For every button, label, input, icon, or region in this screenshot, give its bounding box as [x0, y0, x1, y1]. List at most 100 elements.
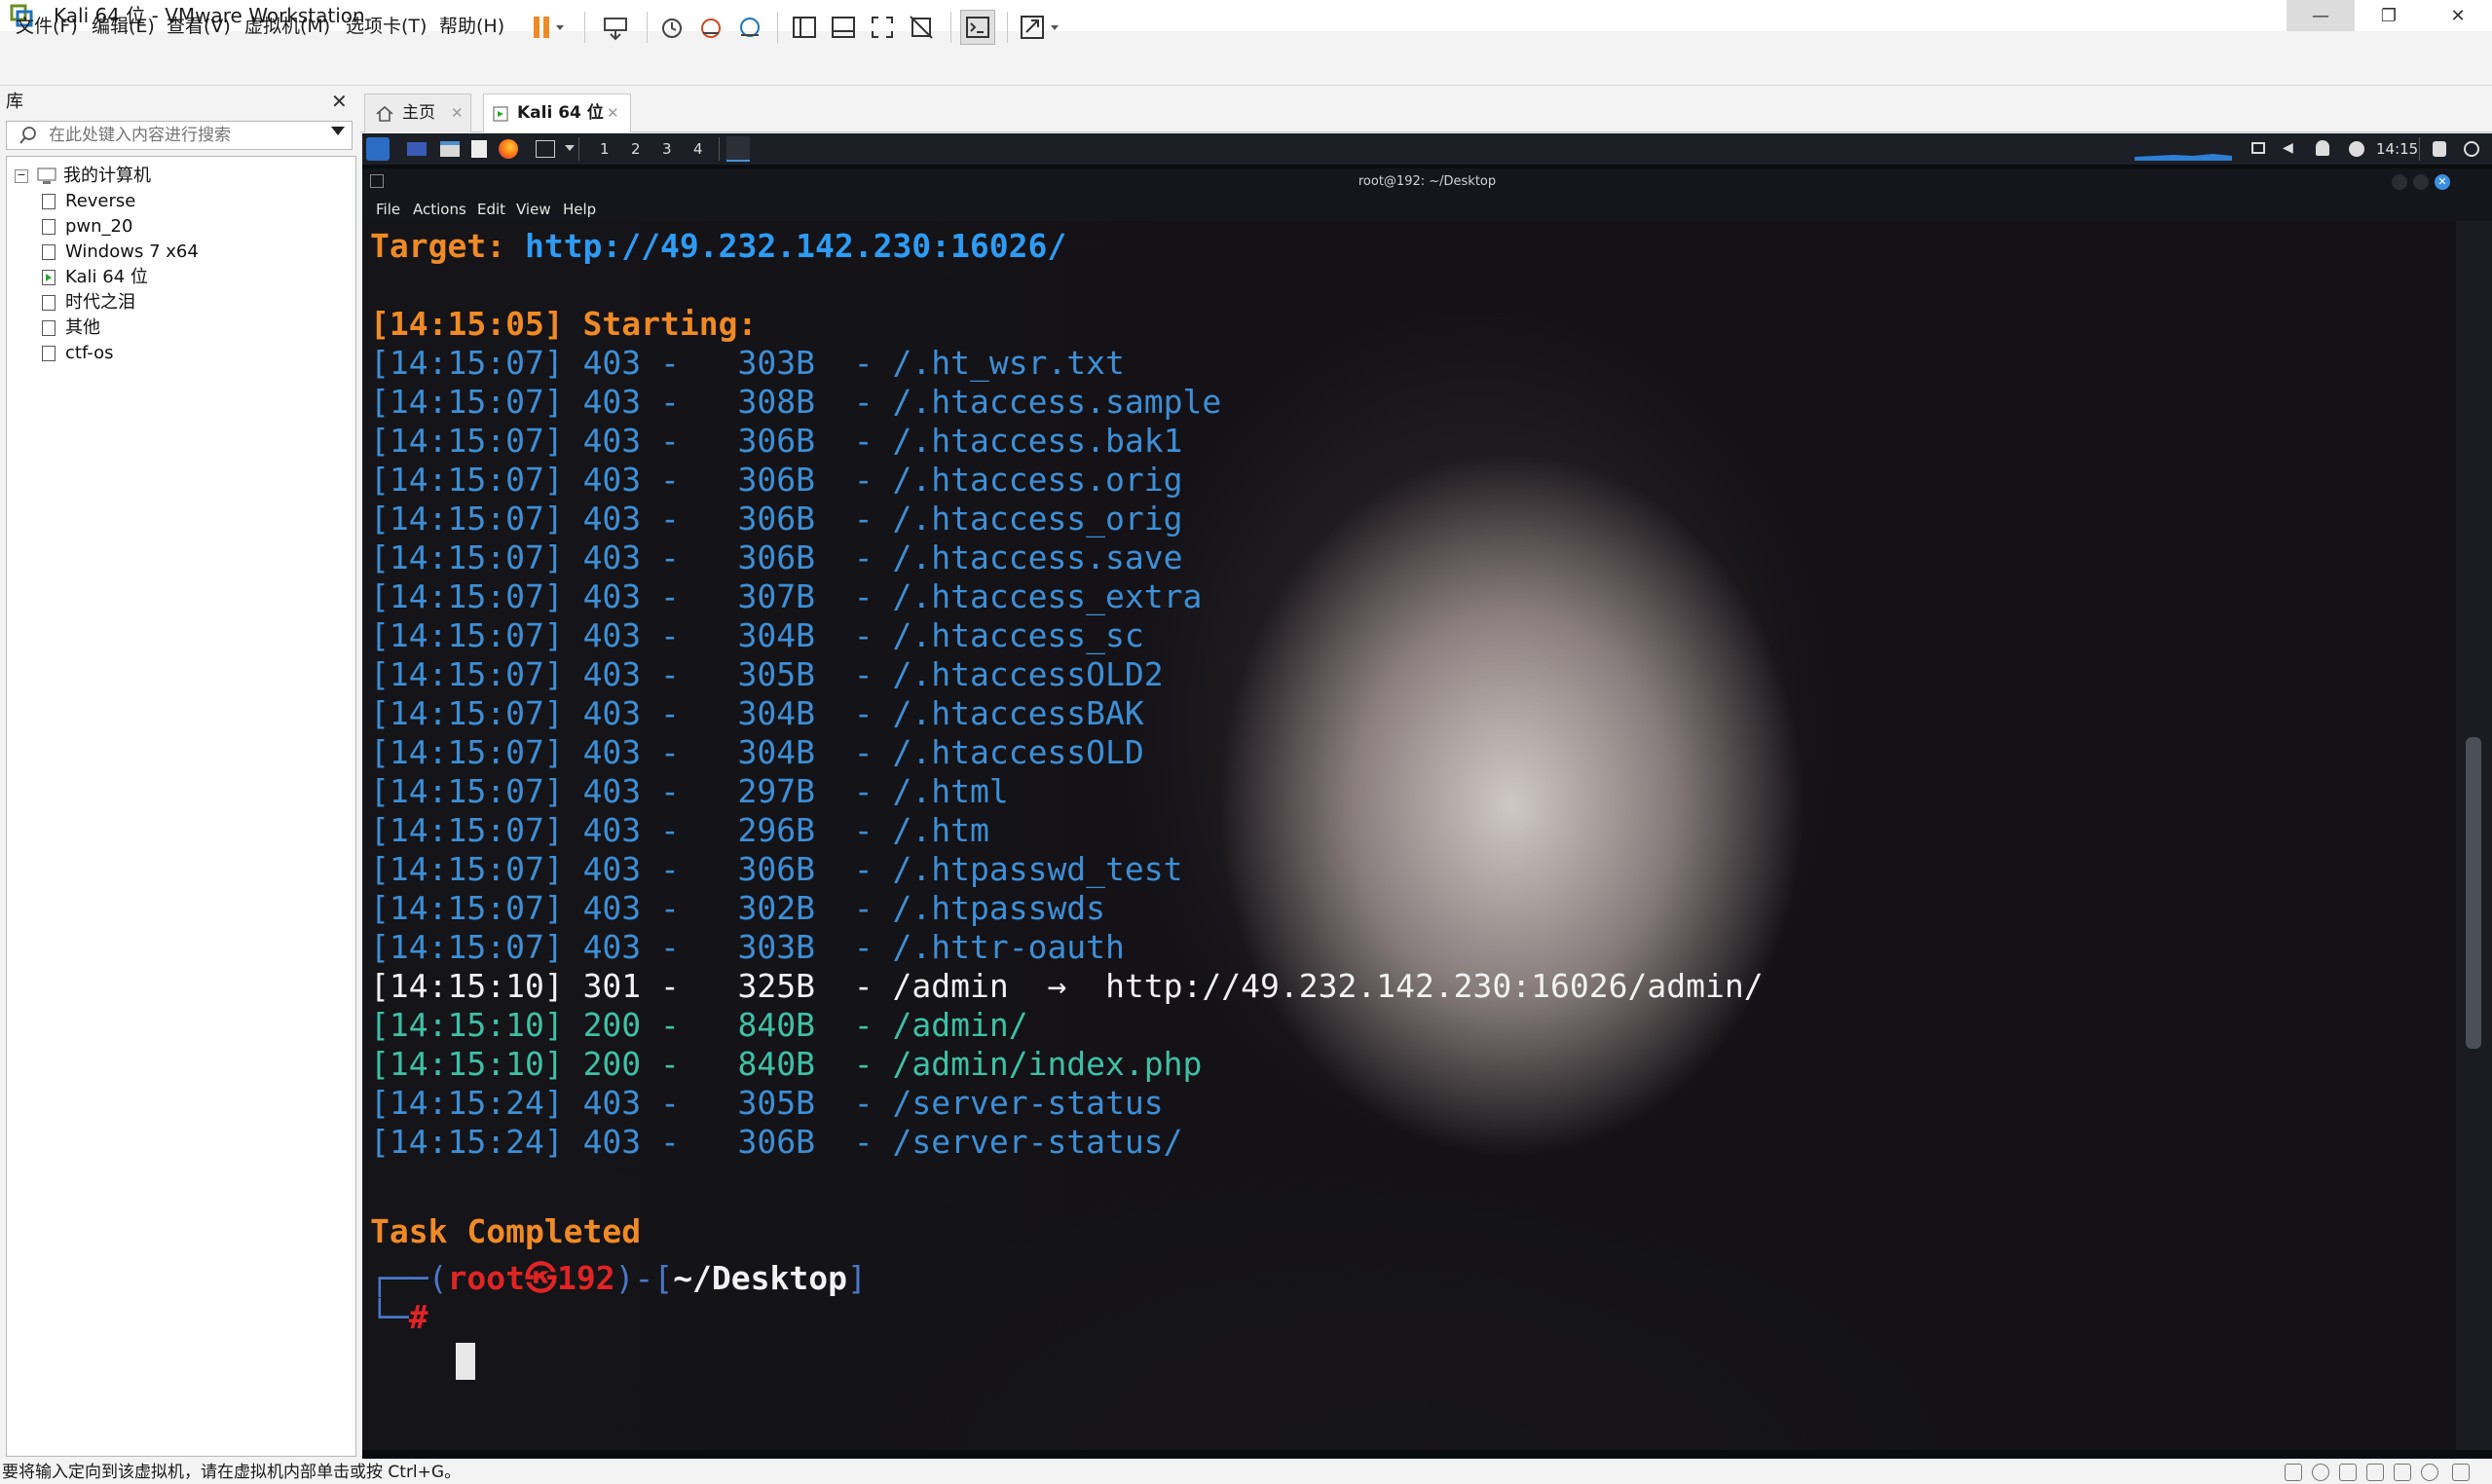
vm-icon	[42, 244, 56, 260]
search-dropdown-arrow-icon[interactable]	[331, 127, 345, 135]
prompt-input-line: └─#	[370, 1298, 428, 1336]
taskbar-terminal-window[interactable]	[726, 136, 750, 162]
volume-icon[interactable]: ◀	[2283, 140, 2296, 156]
terminal-menu-view[interactable]: View	[516, 200, 551, 219]
tree-item-vm[interactable]: Windows 7 x64	[42, 241, 199, 264]
cd-rom-icon[interactable]	[2312, 1464, 2329, 1481]
panel-separator	[578, 137, 579, 161]
result-path: /.htaccess.sample	[892, 383, 1222, 421]
terminal-menu-help[interactable]: Help	[563, 200, 596, 219]
send-ctrl-alt-del-button[interactable]	[596, 10, 635, 45]
terminal-close-icon[interactable]: ✕	[2435, 174, 2450, 190]
tree-item-vm[interactable]: ctf-os	[42, 342, 114, 365]
snapshot-button[interactable]	[654, 10, 689, 45]
terminal-menu-file[interactable]: File	[376, 200, 400, 219]
unity-icon	[910, 16, 933, 39]
display-icon[interactable]	[2251, 142, 2265, 154]
result-size: 305B	[737, 1084, 816, 1122]
result-time: [14:15:10]	[370, 967, 564, 1005]
terminal-menu-edit[interactable]: Edit	[477, 200, 505, 219]
kali-menu-icon[interactable]	[366, 137, 390, 161]
lock-screen-icon[interactable]	[2433, 141, 2446, 157]
menu-help[interactable]: 帮助(H)	[439, 14, 504, 39]
console-view-button[interactable]	[960, 10, 995, 45]
library-search-input[interactable]	[49, 121, 321, 150]
file-manager-icon[interactable]	[440, 141, 460, 157]
workspace-4[interactable]: 4	[693, 139, 703, 159]
tree-root-my-computer[interactable]: − 我的计算机	[15, 165, 151, 188]
workspace-1[interactable]: 1	[600, 139, 610, 159]
message-log-icon[interactable]	[2452, 1464, 2470, 1481]
vm-display[interactable]: 1 2 3 4 ◀ 14:15 root@192: ~/Desktop ✕ Fi…	[362, 133, 2492, 1459]
prompt-symbol: #	[408, 1298, 428, 1336]
workspace-2[interactable]: 2	[631, 139, 641, 159]
result-time: [14:15:07]	[370, 811, 564, 849]
menu-tabs[interactable]: 选项卡(T)	[346, 14, 427, 39]
chevron-down-icon[interactable]	[565, 145, 575, 151]
usb-device-icon[interactable]	[2366, 1464, 2384, 1481]
minimize-button[interactable]: —	[2287, 0, 2355, 31]
menu-file[interactable]: 文件(F)	[16, 14, 78, 39]
library-title: 库	[6, 92, 23, 112]
hard-disk-icon[interactable]	[2285, 1464, 2302, 1481]
snapshot-icon	[662, 19, 682, 38]
stretch-view-button[interactable]	[1015, 10, 1069, 45]
result-path: /.htaccess.bak1	[892, 422, 1183, 460]
result-path: /.htpasswds	[892, 889, 1106, 927]
show-library-button[interactable]	[787, 10, 822, 45]
power-icon[interactable]	[2464, 141, 2479, 157]
terminal-maximize-button[interactable]	[2413, 174, 2429, 190]
show-desktop-icon[interactable]	[407, 142, 427, 156]
vm-scrollbar-thumb[interactable]	[2466, 737, 2481, 1049]
unity-mode-button[interactable]	[904, 10, 939, 45]
tab-kali[interactable]: Kali 64 位 ✕	[483, 93, 631, 132]
terminal-launcher-icon[interactable]	[536, 140, 555, 158]
tree-item-label: Kali 64 位	[65, 267, 148, 287]
result-path: /.htaccessOLD2	[892, 655, 1164, 693]
printer-icon[interactable]	[2421, 1464, 2438, 1481]
pause-vm-button[interactable]	[526, 10, 571, 45]
tree-item-vm[interactable]: Reverse	[42, 190, 135, 213]
restore-button[interactable]: ❐	[2355, 0, 2423, 31]
stretch-icon	[1021, 16, 1059, 39]
target-line: Target: http://49.232.142.230:16026/	[370, 227, 1066, 266]
result-path: /.htaccess.orig	[892, 461, 1183, 499]
toolbar-separator	[647, 12, 648, 43]
terminal-menu-actions[interactable]: Actions	[413, 200, 466, 219]
library-close-button[interactable]: ✕	[331, 90, 348, 113]
terminal-output[interactable]: Target: http://49.232.142.230:16026/ [14…	[362, 221, 2456, 1450]
revert-snapshot-button[interactable]	[693, 10, 728, 45]
result-status-code: 403	[582, 928, 642, 966]
notification-bell-icon[interactable]	[2316, 140, 2329, 156]
result-path: /.ht_wsr.txt	[892, 344, 1125, 382]
menu-vm[interactable]: 虚拟机(M)	[244, 14, 330, 39]
tree-item-vm-selected[interactable]: Kali 64 位	[42, 266, 148, 289]
menu-view[interactable]: 查看(V)	[167, 14, 231, 39]
tree-collapse-icon[interactable]: −	[15, 169, 28, 183]
tree-item-vm[interactable]: 时代之泪	[42, 291, 135, 315]
snapshot-manager-button[interactable]	[732, 10, 767, 45]
text-editor-icon[interactable]	[471, 140, 487, 158]
result-path: /.htaccess.save	[892, 538, 1183, 576]
tab-home[interactable]: 主页 ✕	[364, 93, 471, 132]
close-window-button[interactable]: ✕	[2424, 0, 2492, 31]
vm-icon	[42, 346, 56, 361]
prompt-host: 192	[556, 1259, 615, 1297]
tab-close-icon[interactable]: ✕	[451, 94, 464, 131]
terminal-minimize-button[interactable]	[2392, 174, 2407, 190]
workspace-3[interactable]: 3	[662, 139, 672, 159]
full-screen-button[interactable]	[865, 10, 900, 45]
tree-item-vm[interactable]: 其他	[42, 316, 100, 340]
result-path: /server-status	[892, 1084, 1164, 1122]
sound-card-icon[interactable]	[2394, 1464, 2411, 1481]
toolbar-separator	[950, 12, 951, 43]
panel-clock[interactable]: 14:15	[2376, 139, 2418, 159]
tree-item-vm[interactable]: pwn_20	[42, 215, 132, 239]
firefox-icon[interactable]	[499, 139, 518, 159]
thumbnail-bar-button[interactable]	[826, 10, 861, 45]
menu-edit[interactable]: 编辑(E)	[92, 14, 155, 39]
tree-item-label: 时代之泪	[65, 292, 135, 313]
network-adapter-icon[interactable]	[2339, 1464, 2357, 1481]
scan-result-row: [14:15:10] 200 - 840B - /admin/	[370, 1006, 1028, 1044]
tab-close-icon[interactable]: ✕	[607, 94, 619, 131]
